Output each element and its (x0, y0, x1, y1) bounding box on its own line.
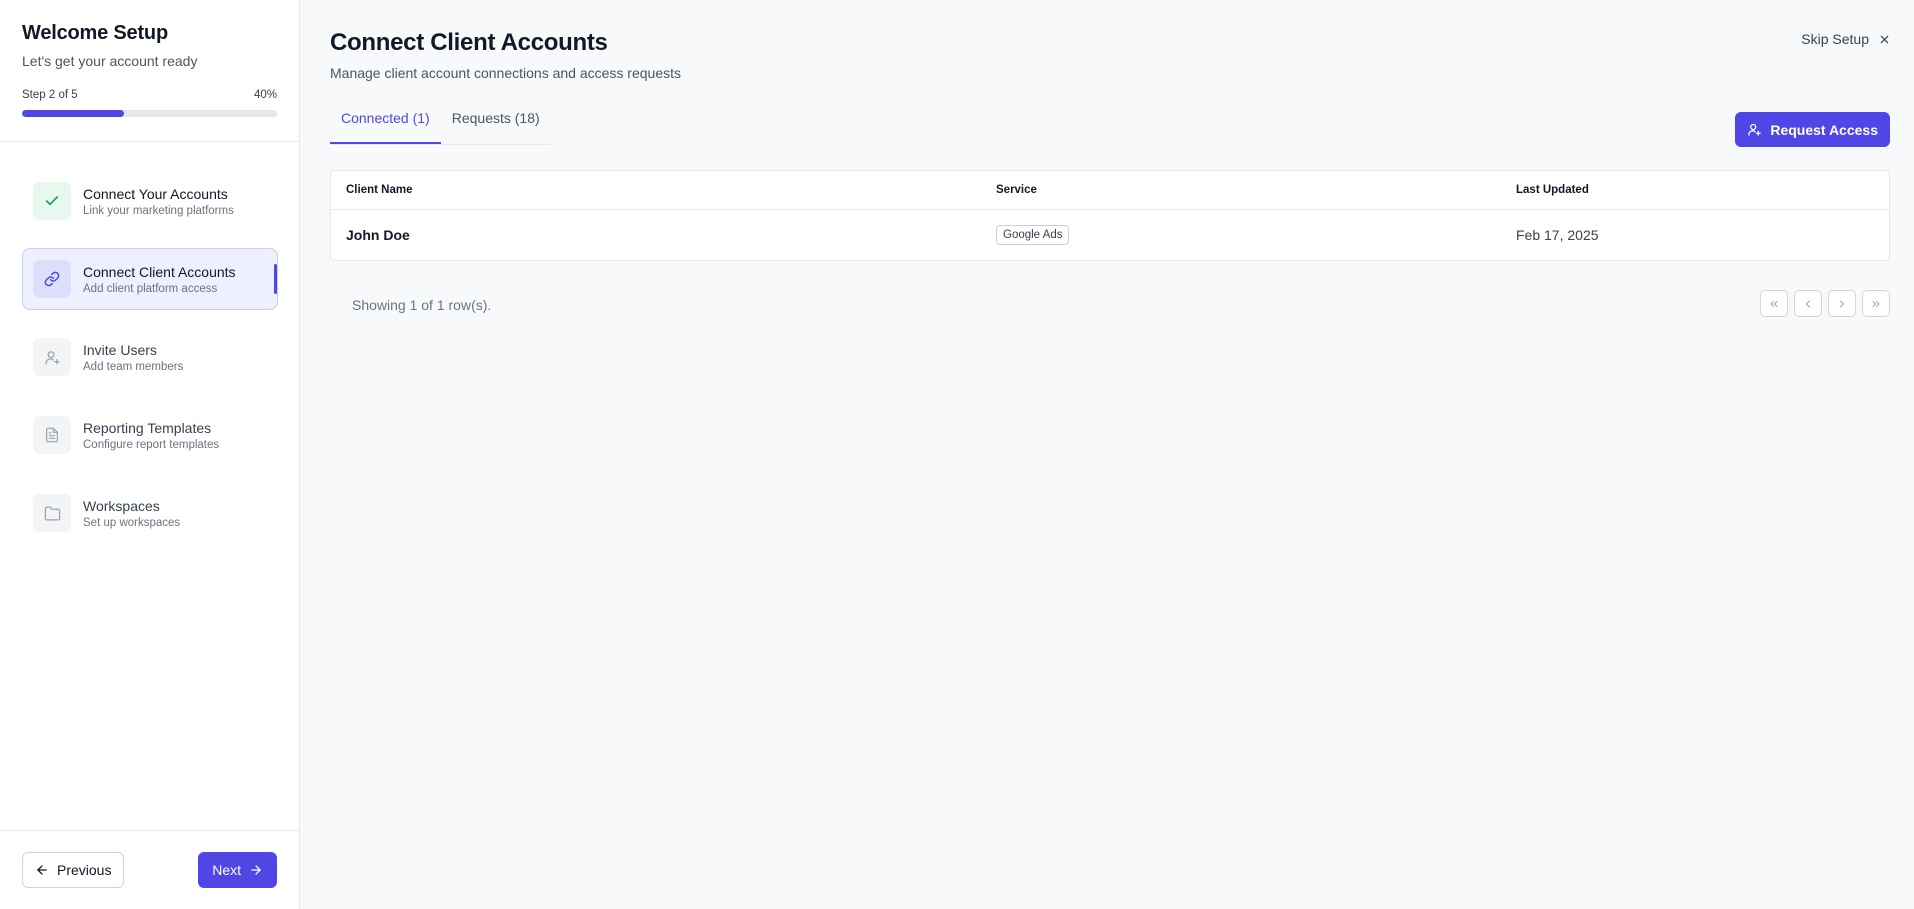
step-status-box (33, 416, 71, 454)
step-connect-your-accounts[interactable]: Connect Your Accounts Link your marketin… (22, 170, 278, 232)
tab-connected[interactable]: Connected (1) (330, 110, 441, 144)
table-row[interactable]: John Doe Google Ads Feb 17, 2025 (331, 209, 1889, 260)
step-title: Connect Your Accounts (83, 185, 228, 202)
step-title: Workspaces (83, 497, 160, 514)
main-content: Connect Client Accounts Manage client ac… (300, 0, 1914, 909)
column-header-service[interactable]: Service (981, 171, 1501, 210)
sidebar-subtitle: Let's get your account ready (22, 53, 198, 69)
folder-icon (44, 505, 60, 521)
request-access-label: Request Access (1770, 121, 1878, 138)
cell-client-name: John Doe (346, 226, 410, 243)
link-icon (44, 271, 60, 287)
step-description: Link your marketing platforms (83, 204, 234, 217)
chevrons-right-icon (1872, 300, 1880, 307)
last-page-button[interactable] (1862, 290, 1890, 317)
step-description: Add client platform access (83, 282, 218, 295)
next-button[interactable]: Next (198, 852, 277, 888)
skip-setup-button[interactable]: Skip Setup (1801, 31, 1890, 47)
column-header-last-updated[interactable]: Last Updated (1501, 171, 1889, 210)
step-status-box (33, 494, 71, 532)
service-badge: Google Ads (996, 224, 1070, 245)
progress-percent-label: 40% (253, 89, 277, 101)
step-title: Connect Client Accounts (83, 263, 236, 280)
arrow-right-icon (251, 865, 261, 875)
step-title: Invite Users (83, 341, 157, 358)
cell-service: Google Ads (981, 209, 1501, 260)
app-root: Welcome Setup Let's get your account rea… (0, 0, 1914, 909)
chevrons-left-icon (1770, 300, 1778, 307)
sidebar-header: Welcome Setup Let's get your account rea… (0, 0, 299, 142)
sidebar-footer: Previous Next (0, 830, 299, 909)
progress-bar (22, 110, 277, 117)
next-button-label: Next (212, 862, 241, 878)
previous-button-label: Previous (57, 862, 112, 878)
table-header-row: Client Name Service Last Updated (331, 171, 1889, 210)
cell-last-updated: Feb 17, 2025 (1516, 226, 1599, 243)
document-icon (46, 427, 58, 443)
progress-bar-fill (22, 110, 124, 117)
clients-table: Client Name Service Last Updated John Do… (330, 170, 1890, 261)
previous-button[interactable]: Previous (22, 852, 125, 888)
step-description: Configure report templates (83, 438, 220, 451)
page-subtitle: Manage client account connections and ac… (330, 65, 681, 81)
step-reporting-templates[interactable]: Reporting Templates Configure report tem… (22, 404, 278, 466)
step-description: Add team members (83, 360, 184, 373)
chevron-right-icon (1840, 300, 1844, 307)
chevron-left-icon (1806, 300, 1810, 307)
step-workspaces[interactable]: Workspaces Set up workspaces (22, 482, 278, 544)
step-connect-client-accounts[interactable]: Connect Client Accounts Add client platf… (22, 248, 278, 310)
steps-list: Connect Your Accounts Link your marketin… (0, 142, 299, 544)
progress-labels: Step 2 of 5 40% (22, 89, 277, 101)
pagination (1760, 290, 1890, 317)
first-page-button[interactable] (1760, 290, 1788, 317)
step-status-box (33, 260, 71, 298)
step-title: Reporting Templates (83, 419, 212, 436)
check-icon (45, 196, 59, 206)
step-status-box (33, 182, 71, 220)
step-invite-users[interactable]: Invite Users Add team members (22, 326, 278, 388)
step-description: Set up workspaces (83, 516, 181, 529)
progress-step-label: Step 2 of 5 (22, 89, 78, 101)
previous-page-button[interactable] (1794, 290, 1822, 317)
step-status-box (33, 338, 71, 376)
tab-requests[interactable]: Requests (18) (441, 110, 551, 144)
rows-count-label: Showing 1 of 1 row(s). (352, 297, 492, 313)
arrow-left-icon (37, 865, 47, 875)
skip-setup-label: Skip Setup (1801, 31, 1869, 47)
tab-bar: Connected (1) Requests (18) (330, 110, 551, 145)
user-plus-icon (44, 350, 60, 365)
next-page-button[interactable] (1828, 290, 1856, 317)
request-access-button[interactable]: Request Access (1735, 112, 1890, 147)
user-plus-icon (1748, 123, 1762, 136)
page-title: Connect Client Accounts (330, 29, 608, 56)
sidebar-title: Welcome Setup (22, 22, 168, 44)
close-icon (1880, 35, 1889, 43)
setup-sidebar: Welcome Setup Let's get your account rea… (0, 0, 300, 909)
column-header-client-name[interactable]: Client Name (331, 171, 981, 210)
